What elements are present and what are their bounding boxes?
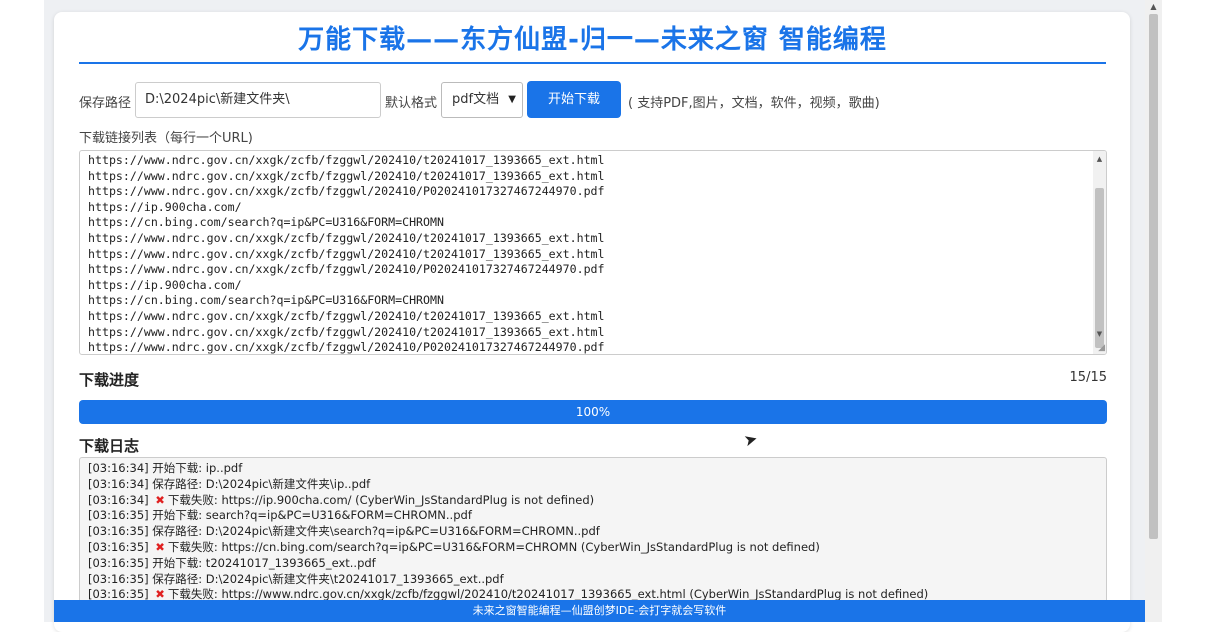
footer-bar: 未来之窗智能编程—仙盟创梦IDE-会打字就会写软件: [54, 600, 1145, 622]
save-path-label: 保存路径: [79, 96, 132, 111]
url-line: https://www.ndrc.gov.cn/xxgk/zcfb/fzggwl…: [88, 168, 605, 183]
resize-grip-icon[interactable]: ◢: [1098, 344, 1105, 353]
url-line: https://www.ndrc.gov.cn/xxgk/zcfb/fzggwl…: [88, 153, 605, 167]
support-note: ( 支持PDF,图片，文档，软件，视频，歌曲): [628, 96, 880, 111]
log-line: [03:16:35] 保存路径: D:\2024pic\新建文件夹\search…: [88, 524, 600, 539]
url-line: https://cn.bing.com/search?q=ip&PC=U316&…: [88, 215, 444, 230]
page-scroll-up-icon[interactable]: ▲: [1145, 2, 1162, 11]
url-line: https://www.ndrc.gov.cn/xxgk/zcfb/fzggwl…: [88, 246, 605, 261]
url-line: https://cn.bing.com/search?q=ip&PC=U316&…: [88, 293, 444, 308]
log-line: [03:16:35] ✖ 下载失败: https://cn.bing.com/se…: [88, 540, 820, 554]
format-select[interactable]: pdf文档 ▼: [441, 82, 523, 118]
progress-heading: 下载进度: [79, 371, 140, 389]
error-x-icon: ✖: [155, 492, 165, 507]
chevron-down-icon: ▼: [508, 94, 516, 105]
start-download-button[interactable]: 开始下载: [527, 81, 621, 118]
url-line: https://ip.900cha.com/: [88, 199, 242, 214]
url-list-scrollbar[interactable]: ▲ ▼: [1093, 151, 1106, 354]
scroll-up-arrow-icon[interactable]: ▲: [1093, 153, 1106, 165]
log-heading: 下载日志: [79, 437, 140, 455]
url-line: https://www.ndrc.gov.cn/xxgk/zcfb/fzggwl…: [88, 308, 605, 323]
url-list-content: https://www.ndrc.gov.cn/xxgk/zcfb/fzggwl…: [88, 153, 605, 355]
title-divider: [79, 62, 1106, 64]
log-line: [03:16:35] 保存路径: D:\2024pic\新建文件夹\t20241…: [88, 571, 504, 586]
page-title: 万能下载——东方仙盟-归一—未来之窗 智能编程: [298, 25, 887, 55]
log-line: [03:16:34] ✖ 下载失败: https://ip.900cha.com/…: [88, 492, 595, 507]
left-gutter: [0, 0, 44, 622]
url-line: https://www.ndrc.gov.cn/xxgk/zcfb/fzggwl…: [88, 184, 605, 199]
right-gutter: [1162, 0, 1217, 622]
url-line: https://www.ndrc.gov.cn/xxgk/zcfb/fzggwl…: [88, 324, 605, 339]
log-line: [03:16:35] 开始下载: t20241017_1393665_ext..…: [88, 555, 376, 570]
error-x-icon: ✖: [155, 540, 165, 554]
url-line: https://www.ndrc.gov.cn/xxgk/zcfb/fzggwl…: [88, 340, 605, 355]
log-line: [03:16:34] 开始下载: ip..pdf: [88, 461, 243, 475]
format-select-value: pdf文档: [452, 92, 500, 107]
url-line: https://www.ndrc.gov.cn/xxgk/zcfb/fzggwl…: [88, 230, 605, 245]
progress-count: 15/15: [1069, 370, 1107, 385]
format-label: 默认格式: [385, 96, 438, 111]
page-scroll-thumb[interactable]: [1149, 14, 1158, 539]
url-list-scroll-thumb[interactable]: [1095, 188, 1104, 348]
save-path-input[interactable]: D:\2024pic\新建文件夹\: [135, 82, 381, 118]
scroll-down-arrow-icon[interactable]: ▼: [1093, 328, 1106, 340]
log-line: [03:16:34] 保存路径: D:\2024pic\新建文件夹\ip..pd…: [88, 476, 371, 491]
download-log[interactable]: [03:16:34] 开始下载: ip..pdf [03:16:34] 保存路径:…: [79, 457, 1107, 622]
progress-bar: 100%: [79, 400, 1107, 424]
page-scrollbar[interactable]: ▲: [1145, 0, 1162, 622]
log-line: [03:16:35] 开始下载: search?q=ip&PC=U316&FOR…: [88, 508, 472, 523]
url-line: https://www.ndrc.gov.cn/xxgk/zcfb/fzggwl…: [88, 262, 605, 277]
url-line: https://ip.900cha.com/: [88, 277, 242, 292]
progress-fill: 100%: [79, 400, 1107, 424]
url-list-textarea[interactable]: https://www.ndrc.gov.cn/xxgk/zcfb/fzggwl…: [79, 150, 1107, 355]
url-list-label: 下载链接列表（每行一个URL): [79, 131, 253, 146]
